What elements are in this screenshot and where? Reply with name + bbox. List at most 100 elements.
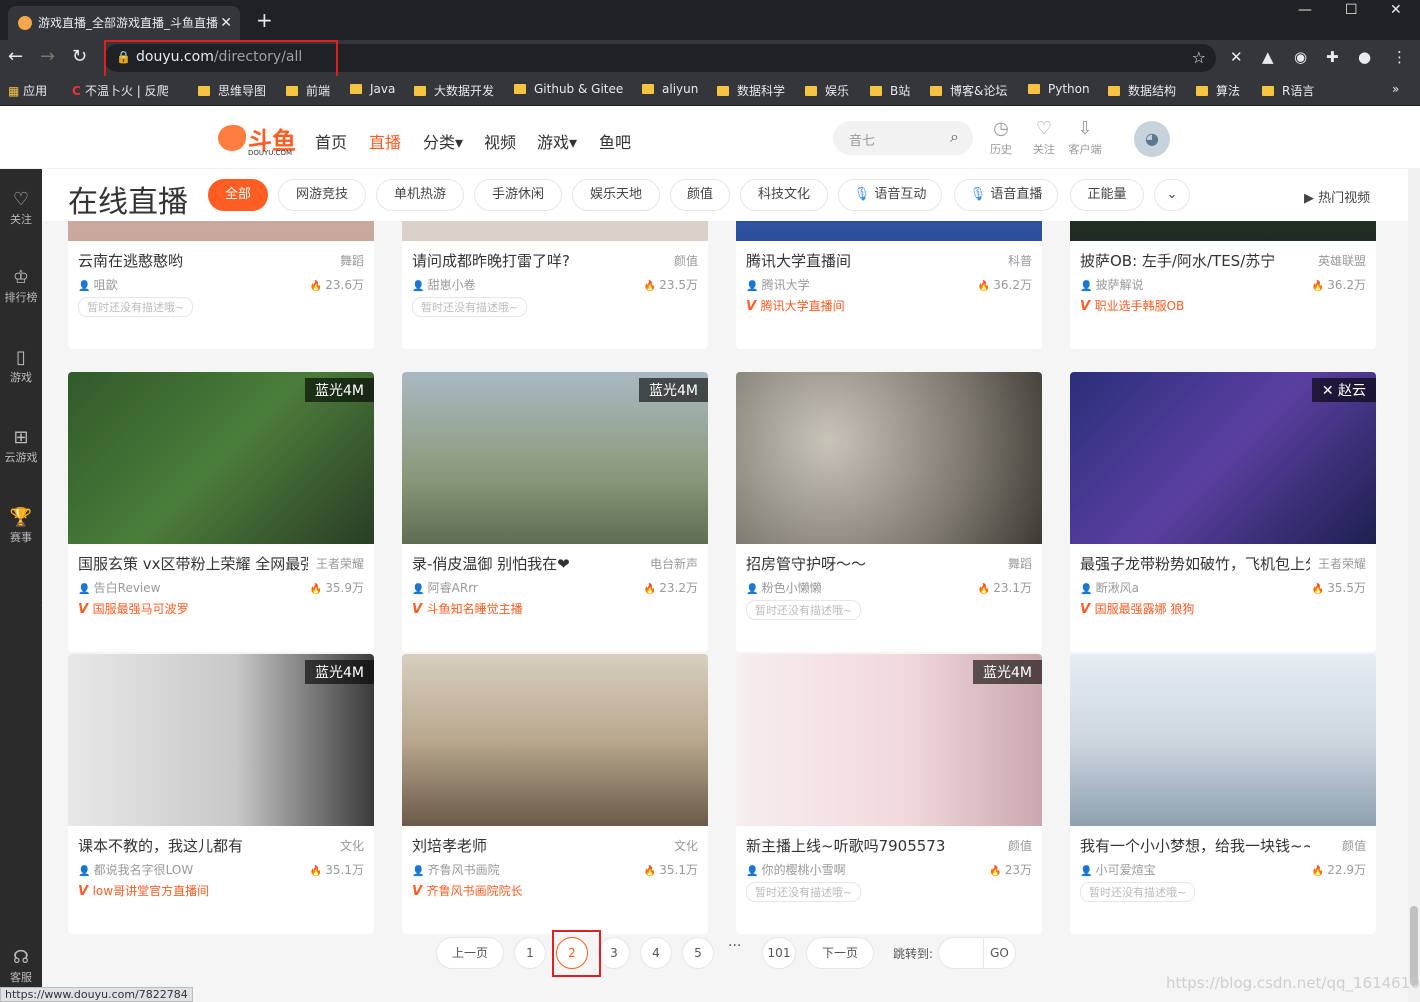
search-icon[interactable]: ⌕ bbox=[950, 127, 959, 147]
room-title[interactable]: 课本不教的，我这儿都有 bbox=[78, 835, 308, 856]
room-thumbnail[interactable] bbox=[1070, 654, 1376, 826]
filter-item[interactable]: 网游竞技 bbox=[278, 179, 366, 211]
room-category[interactable]: 英雄联盟 bbox=[1318, 252, 1366, 269]
bookmark-folder[interactable]: 数据结构 bbox=[1108, 82, 1176, 99]
room-category[interactable]: 颜值 bbox=[674, 252, 698, 269]
page-button[interactable]: 4 bbox=[640, 937, 672, 969]
go-button[interactable]: GO bbox=[983, 938, 1015, 968]
nav-yuba[interactable]: 鱼吧 bbox=[599, 129, 631, 153]
extension-circle-icon[interactable]: ◉ bbox=[1294, 48, 1307, 66]
search-input[interactable]: 音七 ⌕ bbox=[833, 121, 973, 155]
nav-video[interactable]: 视频 bbox=[484, 129, 516, 153]
room-thumbnail[interactable] bbox=[402, 654, 708, 826]
hot-video-link[interactable]: ▶ 热门视频 bbox=[1304, 187, 1370, 206]
room-title[interactable]: 国服玄策 vx区带粉上荣耀 全网最强玄策 bbox=[78, 553, 308, 574]
page-button-last[interactable]: 101 bbox=[762, 937, 796, 969]
maximize-icon[interactable]: ☐ bbox=[1345, 2, 1358, 18]
filter-expand-chevron-icon[interactable]: ⌄ bbox=[1154, 179, 1190, 211]
room-title[interactable]: 请问成都昨晚打雷了咩? bbox=[412, 250, 642, 271]
room-title[interactable]: 录-俏皮温御 别怕我在❤ bbox=[412, 553, 642, 574]
filter-item[interactable]: 手游休闲 bbox=[474, 179, 562, 211]
room-card[interactable]: 我有一个小小梦想，给我一块钱~~~~ 颜值 小可爱煊宝 22.9万 暂时还没有描… bbox=[1070, 654, 1376, 934]
bookmark-folder[interactable]: R语言 bbox=[1262, 82, 1314, 99]
avatar[interactable]: ◕ bbox=[1134, 121, 1170, 157]
room-title[interactable]: 招房管守护呀～～ bbox=[746, 553, 976, 574]
page-scrollbar[interactable] bbox=[1408, 169, 1420, 1002]
bookmark-folder[interactable]: aliyun bbox=[642, 82, 698, 96]
page-button[interactable]: 5 bbox=[682, 937, 714, 969]
follow-button[interactable]: ♡ 关注 bbox=[1027, 119, 1061, 157]
room-title[interactable]: 披萨OB: 左手/阿水/TES/苏宁 bbox=[1080, 250, 1310, 271]
bookmark-folder[interactable]: 大数据开发 bbox=[414, 82, 494, 99]
room-title[interactable]: 云南在逃憨憨哟 bbox=[78, 250, 308, 271]
nav-live[interactable]: 直播 bbox=[369, 129, 401, 153]
close-window-icon[interactable]: ✕ bbox=[1390, 2, 1402, 18]
bookmark-folder[interactable]: 博客&论坛 bbox=[930, 82, 1007, 99]
filter-item[interactable]: 正能量 bbox=[1070, 179, 1144, 211]
sidebar-item-cloud-game[interactable]: ⊞ 云游戏 bbox=[0, 427, 42, 465]
client-button[interactable]: ⇩ 客户端 bbox=[1068, 119, 1102, 157]
room-thumbnail[interactable] bbox=[736, 372, 1042, 544]
room-card[interactable]: 蓝光4M 国服玄策 vx区带粉上荣耀 全网最强玄策 王者荣耀 告白Review … bbox=[68, 372, 374, 652]
filter-item[interactable]: 娱乐天地 bbox=[572, 179, 660, 211]
bookmark-folder[interactable]: 前端 bbox=[286, 82, 330, 99]
room-title[interactable]: 新主播上线~听歌吗7905573 bbox=[746, 835, 976, 856]
sidebar-item-events[interactable]: 🏆 赛事 bbox=[0, 507, 42, 545]
bookmark-folder[interactable]: 思维导图 bbox=[198, 82, 266, 99]
sidebar-item-service[interactable]: ☊ 客服 bbox=[0, 947, 42, 985]
room-category[interactable]: 舞蹈 bbox=[340, 252, 364, 269]
filter-item[interactable]: 科技文化 bbox=[740, 179, 828, 211]
browser-tab[interactable]: 游戏直播_全部游戏直播_斗鱼直播 ✕ bbox=[8, 6, 240, 40]
minimize-icon[interactable]: — bbox=[1298, 2, 1312, 18]
bookmark-folder[interactable]: 数据科学 bbox=[717, 82, 785, 99]
page-button[interactable]: 3 bbox=[598, 937, 630, 969]
room-card[interactable]: ✕ 赵云 最强子龙带粉势如破竹，飞机包上分 王者荣耀 断湫风a 35.5万 国服… bbox=[1070, 372, 1376, 652]
room-category[interactable]: 文化 bbox=[674, 837, 698, 854]
filter-all[interactable]: 全部 bbox=[208, 179, 268, 211]
room-title[interactable]: 刘培孝老师 bbox=[412, 835, 642, 856]
bookmark-folder[interactable]: 算法 bbox=[1196, 82, 1240, 99]
bookmark-folder[interactable]: 娱乐 bbox=[805, 82, 849, 99]
bookmark-star-icon[interactable]: ☆ bbox=[1192, 48, 1206, 67]
room-category[interactable]: 文化 bbox=[340, 837, 364, 854]
bookmark-apps[interactable]: ▦ 应用 bbox=[8, 82, 47, 99]
room-title[interactable]: 最强子龙带粉势如破竹，飞机包上分 bbox=[1080, 553, 1310, 574]
jump-page-input[interactable]: GO bbox=[938, 937, 1016, 969]
bookmark-folder[interactable]: B站 bbox=[870, 82, 910, 99]
filter-item[interactable]: 单机热游 bbox=[376, 179, 464, 211]
room-category[interactable]: 电台新声 bbox=[650, 555, 698, 572]
sidebar-item-game[interactable]: ▯ 游戏 bbox=[0, 347, 42, 385]
extensions-puzzle-icon[interactable]: ✚ bbox=[1326, 48, 1339, 66]
page-button[interactable]: 1 bbox=[514, 937, 546, 969]
forward-icon[interactable]: → bbox=[40, 46, 55, 67]
room-card[interactable]: 蓝光4M 课本不教的，我这儿都有 文化 都说我名字很LOW 35.1万 low哥… bbox=[68, 654, 374, 934]
nav-category[interactable]: 分类▾ bbox=[423, 129, 463, 153]
room-card[interactable]: 蓝光4M 录-俏皮温御 别怕我在❤ 电台新声 阿睿ARrr 23.2万 斗鱼知名… bbox=[402, 372, 708, 652]
sidebar-item-follow[interactable]: ♡ 关注 bbox=[0, 189, 42, 227]
room-title[interactable]: 我有一个小小梦想，给我一块钱~~~~ bbox=[1080, 835, 1310, 856]
room-card[interactable]: 招房管守护呀～～ 舞蹈 粉色小懒懒 23.1万 暂时还没有描述哦~ bbox=[736, 372, 1042, 652]
prev-page-button[interactable]: 上一页 bbox=[436, 937, 504, 969]
menu-dots-icon[interactable]: ⋮ bbox=[1392, 48, 1407, 66]
room-card[interactable]: 蓝光4M 新主播上线~听歌吗7905573 颜值 你的樱桃小雪啊 23万 暂时还… bbox=[736, 654, 1042, 934]
room-title[interactable]: 腾讯大学直播间 bbox=[746, 250, 976, 271]
room-category[interactable]: 颜值 bbox=[1342, 837, 1366, 854]
bookmark-item[interactable]: C 不温卜火 | 反爬 bbox=[72, 82, 169, 99]
room-category[interactable]: 王者荣耀 bbox=[316, 555, 364, 572]
filter-item[interactable]: 🎙 语音互动 bbox=[838, 179, 942, 211]
more-bookmarks-icon[interactable]: » bbox=[1392, 82, 1399, 96]
bookmark-folder[interactable]: Java bbox=[350, 82, 395, 96]
douyu-logo[interactable]: 斗鱼 DOUYU.COM bbox=[218, 121, 298, 157]
nav-home[interactable]: 首页 bbox=[315, 129, 347, 153]
room-card[interactable]: 刘培孝老师 文化 齐鲁风书画院 35.1万 齐鲁风书画院院长 bbox=[402, 654, 708, 934]
reload-icon[interactable]: ↻ bbox=[72, 46, 87, 67]
bookmark-folder[interactable]: Python bbox=[1028, 82, 1090, 96]
back-icon[interactable]: ← bbox=[8, 46, 23, 67]
room-category[interactable]: 科普 bbox=[1008, 252, 1032, 269]
filter-item[interactable]: 颜值 bbox=[670, 179, 730, 211]
nav-game[interactable]: 游戏▾ bbox=[537, 129, 577, 153]
close-tab-icon[interactable]: ✕ bbox=[220, 6, 232, 40]
new-tab-icon[interactable]: + bbox=[256, 8, 273, 32]
bookmark-folder[interactable]: Github & Gitee bbox=[514, 82, 623, 96]
sidebar-item-ranking[interactable]: ♔ 排行榜 bbox=[0, 267, 42, 305]
